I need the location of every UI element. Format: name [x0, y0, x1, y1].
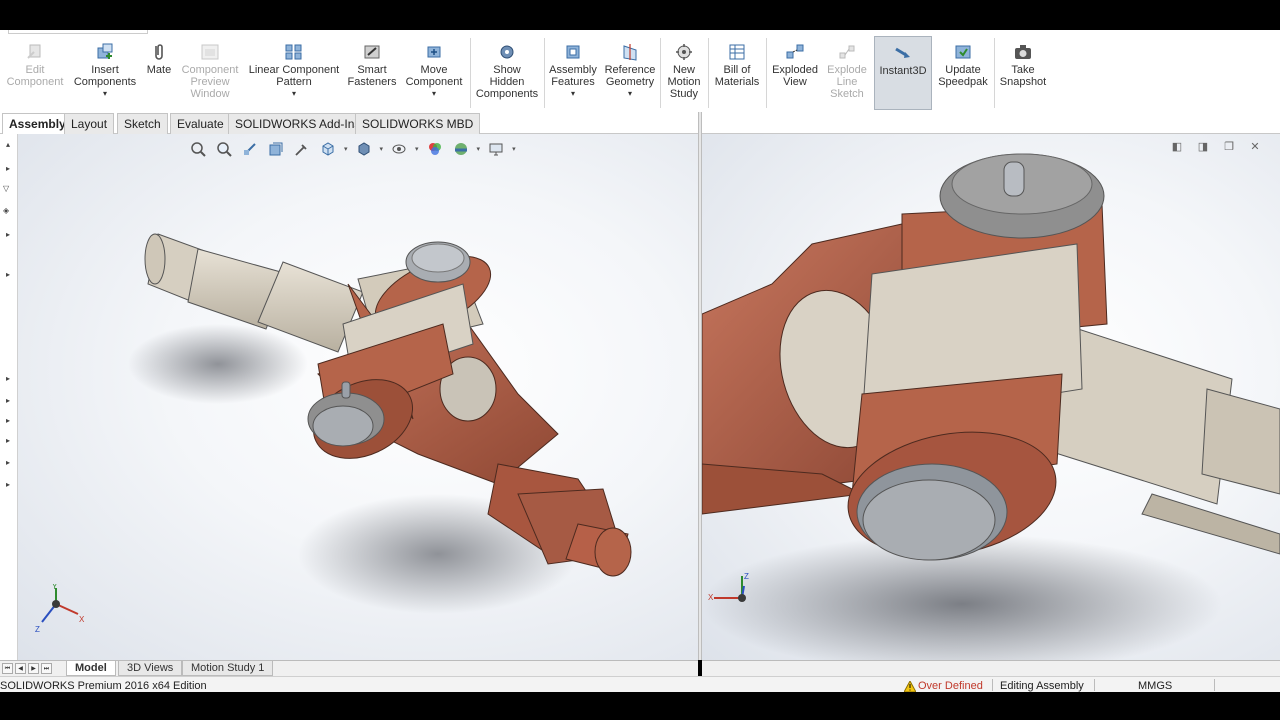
show-hidden-icon [500, 45, 514, 59]
axis-z-label: Z [744, 572, 749, 581]
ribbon-separator [994, 38, 995, 108]
chevron-right-icon[interactable]: ▸ [6, 374, 10, 383]
axis-x-label: X [79, 615, 85, 624]
motion-study-icon [676, 44, 692, 60]
ribbon-separator [708, 38, 709, 108]
tab-assembly[interactable]: Assembly [2, 113, 73, 134]
chevron-right-icon[interactable]: ▸ [6, 270, 10, 279]
tab-solidworks-mbd[interactable]: SOLIDWORKS MBD [355, 113, 481, 134]
status-separator [1214, 679, 1215, 691]
component-preview-icon [201, 44, 219, 60]
status-separator [992, 679, 993, 691]
prev-tab-icon[interactable]: ◀ [15, 663, 26, 674]
tab-model[interactable]: Model [66, 661, 116, 676]
last-tab-icon[interactable]: ⏭ [41, 663, 52, 674]
tab-layout[interactable]: Layout [64, 113, 115, 134]
model-tabs-bar: ⏮ ◀ ▶ ⏭ Model 3D Views Motion Study 1 [0, 660, 698, 676]
status-bar: SOLIDWORKS Premium 2016 x64 Edition Over… [0, 676, 1280, 692]
explode-line-sketch-button[interactable]: Explode Line Sketch [822, 36, 872, 110]
tab-evaluate[interactable]: Evaluate [170, 113, 231, 134]
insert-components-icon [97, 43, 113, 59]
coordinate-triad-right: Z X [708, 572, 749, 602]
chevron-down-icon[interactable]: ▾ [571, 89, 575, 99]
shadow [128, 324, 308, 404]
tab-motion-study-1[interactable]: Motion Study 1 [182, 661, 274, 676]
bill-of-materials-button[interactable]: Bill of Materials [710, 36, 764, 110]
chevron-down-icon[interactable]: ▾ [103, 89, 107, 99]
assembly-icon[interactable]: ◈ [3, 206, 9, 215]
edit-component-icon [27, 44, 41, 59]
update-speedpak-icon [955, 45, 971, 59]
assembly-model-right[interactable] [702, 134, 1280, 660]
component-preview-window-button[interactable]: Component Preview Window [178, 36, 242, 110]
bill-of-materials-icon [729, 44, 745, 60]
mate-paperclip-icon [155, 44, 163, 60]
bottom-tabs-right-blank [702, 660, 1280, 676]
explode-line-sketch-icon [839, 45, 855, 59]
smart-fasteners-button[interactable]: Smart Fasteners [346, 36, 398, 110]
first-tab-icon[interactable]: ⏮ [2, 663, 13, 674]
coordinate-triad-left: Y X Z [35, 584, 85, 634]
linear-component-pattern-button[interactable]: Linear Component Pattern ▾ [244, 36, 344, 110]
warning-icon [904, 680, 916, 692]
linear-pattern-icon [285, 44, 302, 60]
mate-button[interactable]: Mate [142, 36, 176, 110]
ribbon-separator [544, 38, 545, 108]
instant3d-icon [895, 47, 910, 58]
next-tab-icon[interactable]: ▶ [28, 663, 39, 674]
show-hidden-components-button[interactable]: Show Hidden Components [472, 36, 542, 110]
assembly-model-left[interactable] [18, 134, 698, 660]
smart-fasteners-icon [364, 45, 380, 59]
axis-x-label: X [708, 593, 714, 602]
top-black-bar [0, 0, 1280, 30]
graphics-viewport-right[interactable]: ◧ ◨ ❐ ✕ Z X [702, 134, 1280, 660]
chevron-down-icon[interactable]: ▾ [432, 89, 436, 99]
chevron-down-icon[interactable]: ▾ [628, 89, 632, 99]
chevron-right-icon[interactable]: ▸ [6, 230, 10, 239]
reference-geometry-button[interactable]: Reference Geometry ▾ [602, 36, 658, 110]
feature-tree-collapsed-strip[interactable]: ▴ ▸ ▽ ◈ ▸ ▸ ▸ ▸ ▸ ▸ ▸ ▸ [0, 134, 18, 660]
axis-z-label: Z [35, 625, 40, 634]
chevron-right-icon[interactable]: ▸ [6, 480, 10, 489]
axis-y-label: Y [52, 584, 58, 591]
ribbon-separator [470, 38, 471, 108]
tab-solidworks-add-ins[interactable]: SOLIDWORKS Add-Ins [228, 113, 368, 134]
update-speedpak-button[interactable]: Update Speedpak [934, 36, 992, 110]
top-pin[interactable] [405, 241, 471, 283]
exploded-view-button[interactable]: Exploded View [768, 36, 822, 110]
chevron-down-icon[interactable]: ▾ [292, 89, 296, 99]
command-manager-ribbon: Edit Component Insert Components ▾ Mate … [0, 36, 1280, 112]
move-component-button[interactable]: Move Component ▾ [400, 36, 468, 110]
chevron-right-icon[interactable]: ▸ [6, 416, 10, 425]
take-snapshot-button[interactable]: Take Snapshot [996, 36, 1050, 110]
new-motion-study-button[interactable]: New Motion Study [662, 36, 706, 110]
bottom-pin[interactable] [856, 463, 1008, 561]
chevron-right-icon[interactable]: ▸ [6, 458, 10, 467]
chevron-right-icon[interactable]: ▸ [6, 164, 10, 173]
chevron-right-icon[interactable]: ▸ [6, 436, 10, 445]
chevron-up-icon[interactable]: ▴ [6, 140, 10, 149]
assembly-features-button[interactable]: Assembly Features ▾ [546, 36, 600, 110]
exploded-view-icon [786, 44, 804, 59]
tab-3d-views[interactable]: 3D Views [118, 661, 183, 676]
bottom-black-bar [0, 692, 1280, 720]
edit-component-button[interactable]: Edit Component [4, 36, 66, 110]
graphics-viewport-left[interactable]: ▾ ▾ ▾ ▾ ▾ Y X Z [18, 134, 698, 660]
reference-geometry-icon [623, 44, 637, 61]
command-manager-tabs: Assembly Layout Sketch Evaluate SOLIDWOR… [0, 112, 1280, 134]
ribbon-separator [766, 38, 767, 108]
insert-components-button[interactable]: Insert Components ▾ [70, 36, 140, 110]
status-separator [1094, 679, 1095, 691]
camera-icon [1015, 45, 1031, 59]
move-component-icon [427, 46, 441, 58]
tab-scroll-arrows: ⏮ ◀ ▶ ⏭ [2, 663, 52, 674]
ribbon-separator [660, 38, 661, 108]
top-pin[interactable] [939, 153, 1105, 239]
chevron-right-icon[interactable]: ▸ [6, 396, 10, 405]
filter-icon[interactable]: ▽ [3, 184, 9, 193]
instant3d-button[interactable]: Instant3D [874, 36, 932, 110]
assembly-features-icon [566, 45, 580, 59]
tab-sketch[interactable]: Sketch [117, 113, 168, 134]
